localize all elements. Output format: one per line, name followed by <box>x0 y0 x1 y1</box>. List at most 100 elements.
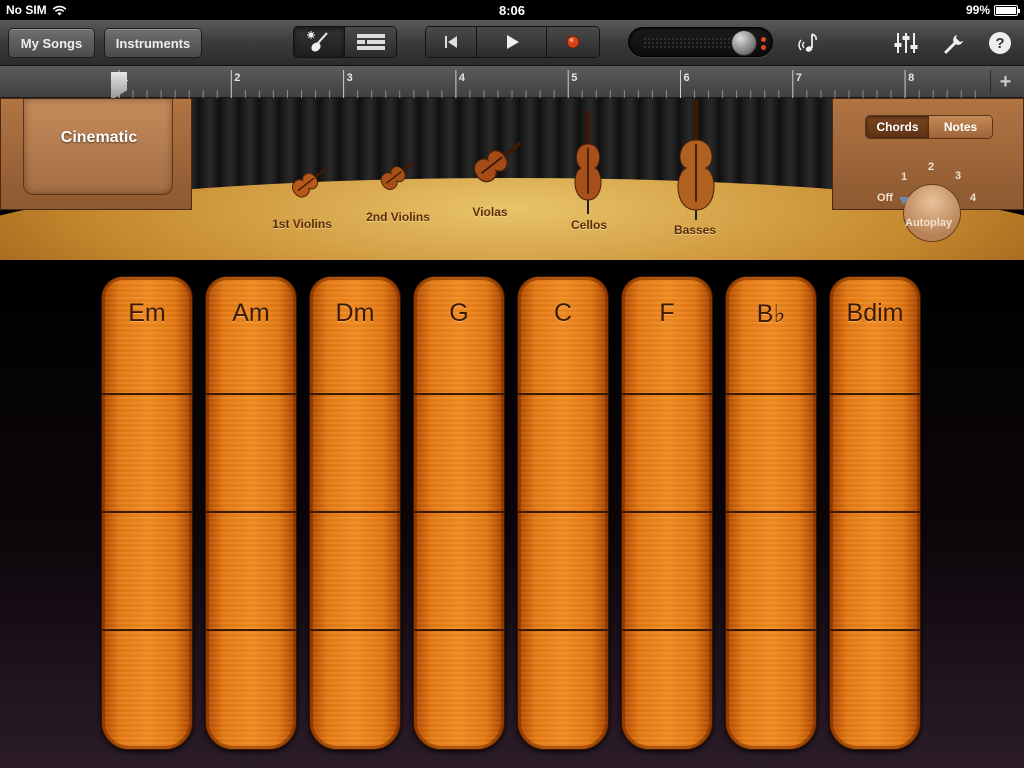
chord-strip-segment[interactable] <box>518 511 608 629</box>
basses-icon[interactable] <box>668 98 724 222</box>
chords-notes-toggle: Chords Notes <box>865 115 993 139</box>
play-mode-panel: Chords Notes Off 1 2 3 4 Autoplay <box>832 98 1024 242</box>
volume-meter <box>643 37 733 49</box>
chord-strip[interactable]: Dm <box>309 276 401 750</box>
section-label-violas[interactable]: Violas <box>460 205 520 219</box>
chord-strip[interactable]: B♭ <box>725 276 817 750</box>
chord-strip-segment[interactable] <box>622 393 712 511</box>
cellos-icon[interactable] <box>566 108 610 216</box>
chord-label: F <box>659 299 675 327</box>
chord-strip-segment[interactable] <box>622 629 712 747</box>
chord-strip-segment[interactable] <box>206 629 296 747</box>
chord-strip-segment[interactable] <box>726 393 816 511</box>
battery-percent: 99% <box>965 3 990 17</box>
go-to-beginning-icon <box>445 36 458 48</box>
mixer-button[interactable] <box>893 30 919 56</box>
smart-instrument-view-button[interactable] <box>294 27 346 57</box>
chord-strip-segment[interactable] <box>206 511 296 629</box>
ruler-bar-number: 8 <box>908 72 915 84</box>
section-label-1st-violins[interactable]: 1st Violins <box>262 217 342 231</box>
ruler-bar-number: 3 <box>346 72 353 84</box>
play-icon <box>506 35 519 49</box>
level-led-icon <box>761 45 766 50</box>
autoplay-pointer-icon <box>899 197 909 205</box>
chord-strip-segment[interactable] <box>102 393 192 511</box>
chord-strip[interactable]: Em <box>101 276 193 750</box>
chord-label: Bdim <box>846 299 904 327</box>
chord-strip-segment[interactable] <box>830 393 920 511</box>
chord-strip[interactable]: Am <box>205 276 297 750</box>
autoplay-off-label: Off <box>877 192 893 204</box>
chord-label: C <box>553 299 573 327</box>
ruler-ticks <box>118 70 976 98</box>
ruler-bar-number: 6 <box>683 72 690 84</box>
instrument-name-plate[interactable]: Cinematic <box>23 99 173 195</box>
chord-strip[interactable]: F <box>621 276 713 750</box>
smart-instrument-icon <box>307 31 328 52</box>
chord-strip-segment[interactable] <box>414 511 504 629</box>
notes-mode-button[interactable]: Notes <box>929 116 992 138</box>
ruler-bar-number: 7 <box>795 72 802 84</box>
help-button[interactable]: ? <box>987 30 1013 56</box>
chord-label: B♭ <box>756 300 786 328</box>
settings-button[interactable] <box>942 30 968 56</box>
chord-strip-segment[interactable] <box>622 511 712 629</box>
toolbar: My Songs Instruments ? <box>0 20 1024 66</box>
chord-strip-segment[interactable] <box>310 511 400 629</box>
section-label-2nd-violins[interactable]: 2nd Violins <box>356 210 440 224</box>
master-volume-knob[interactable] <box>731 30 757 56</box>
section-label-basses[interactable]: Basses <box>664 223 726 237</box>
record-icon <box>566 35 580 49</box>
chord-strip-segment[interactable] <box>310 629 400 747</box>
instrument-info-panel: Cinematic <box>0 98 192 210</box>
tracks-view-icon <box>356 34 385 50</box>
chord-strip-segment[interactable] <box>414 393 504 511</box>
second-violins-icon[interactable] <box>372 150 422 200</box>
help-icon: ? <box>989 32 1011 54</box>
section-label-cellos[interactable]: Cellos <box>559 218 619 232</box>
battery-status: 99% <box>965 3 1020 17</box>
chords-mode-button[interactable]: Chords <box>866 116 929 138</box>
my-songs-button[interactable]: My Songs <box>8 28 95 58</box>
chord-strip-segment[interactable] <box>102 629 192 747</box>
chord-strip-segment[interactable] <box>310 393 400 511</box>
chord-strip[interactable]: G <box>413 276 505 750</box>
timeline-ruler[interactable]: 12345678 + <box>0 66 1024 98</box>
chord-strip-segment[interactable] <box>830 511 920 629</box>
ruler-bar-number: 5 <box>571 72 578 84</box>
level-led-icon <box>761 37 766 42</box>
chord-strip-segment[interactable] <box>518 393 608 511</box>
chord-strip-segment[interactable] <box>830 629 920 747</box>
chord-strip-segment[interactable] <box>518 629 608 747</box>
go-to-beginning-button[interactable] <box>426 27 478 57</box>
metronome-button[interactable] <box>796 30 822 56</box>
violas-icon[interactable] <box>462 128 530 196</box>
tracks-view-button[interactable] <box>345 27 396 57</box>
play-button[interactable] <box>477 27 547 57</box>
autoplay-2-label: 2 <box>928 161 935 173</box>
chord-label: Am <box>232 299 270 327</box>
chord-strip-segment[interactable] <box>414 629 504 747</box>
record-button[interactable] <box>546 27 599 57</box>
chord-strip-segment[interactable] <box>726 511 816 629</box>
add-section-button[interactable]: + <box>990 70 1020 94</box>
master-volume-display <box>628 27 773 57</box>
chord-strip[interactable]: Bdim <box>829 276 921 750</box>
mixer-icon <box>894 33 918 53</box>
metronome-icon <box>798 33 817 52</box>
battery-fill <box>996 6 1016 14</box>
chord-label: Dm <box>335 299 375 327</box>
instruments-button[interactable]: Instruments <box>104 28 202 58</box>
autoplay-knob[interactable] <box>903 184 961 242</box>
chord-strip-segment[interactable] <box>102 511 192 629</box>
status-bar: No SIM 8:06 99% <box>0 0 1024 20</box>
chord-label: G <box>449 299 469 327</box>
autoplay-4-label: 4 <box>970 192 977 204</box>
chord-strip[interactable]: C <box>517 276 609 750</box>
chord-strip-segment[interactable] <box>206 393 296 511</box>
chord-strip-segment[interactable] <box>726 629 816 747</box>
first-violins-icon[interactable] <box>284 156 334 208</box>
chord-label: Em <box>128 299 166 327</box>
battery-icon <box>994 4 1020 16</box>
autoplay-3-label: 3 <box>955 170 962 182</box>
